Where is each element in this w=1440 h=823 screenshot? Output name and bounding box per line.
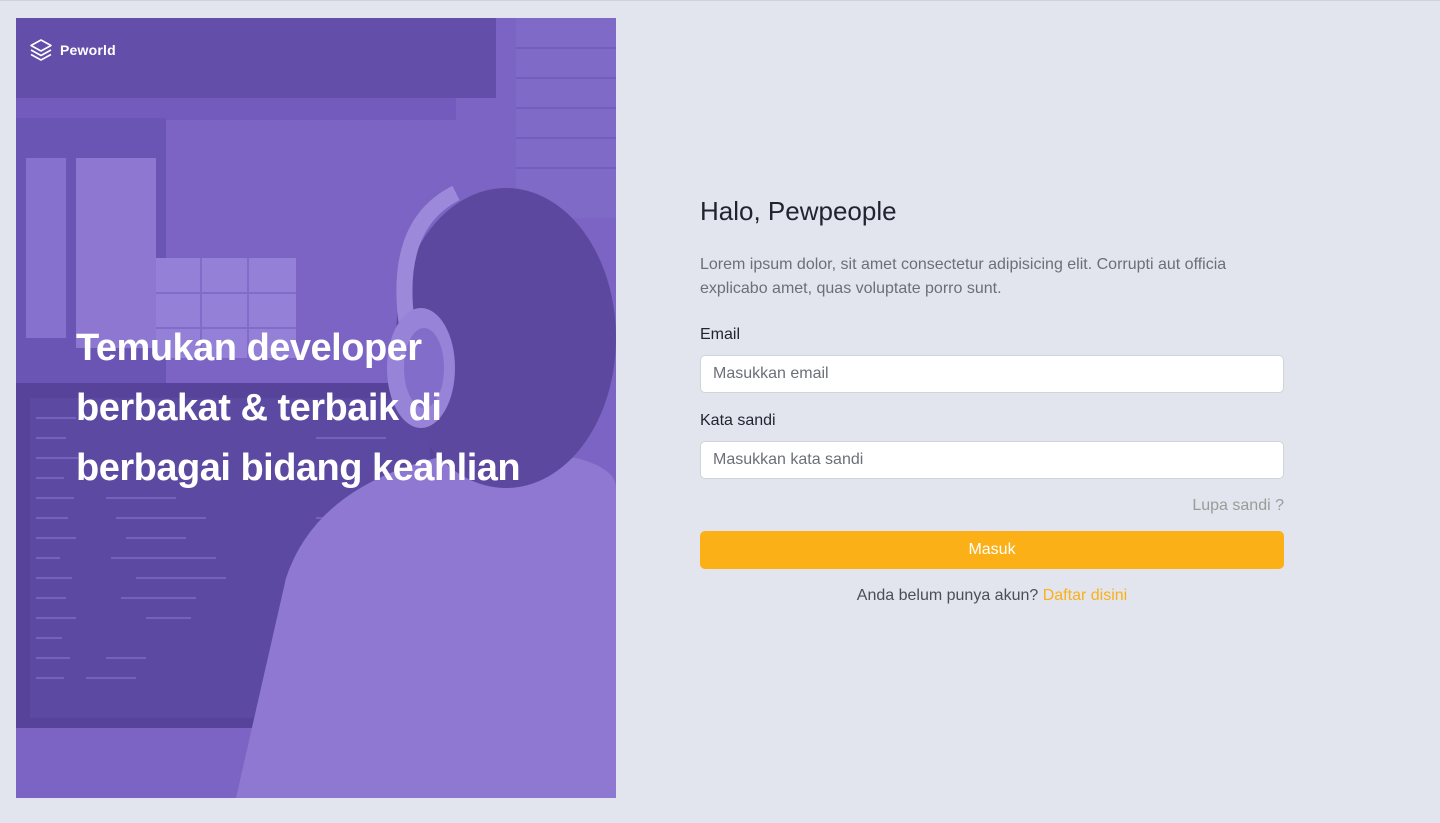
brand-name: Peworld: [60, 42, 116, 58]
form-title: Halo, Pewpeople: [700, 196, 897, 226]
hero-heading-line: berbakat & terbaik di: [76, 387, 442, 429]
login-button[interactable]: Masuk: [700, 531, 1284, 569]
email-label: Email: [700, 326, 741, 343]
register-prompt: Anda belum punya akun?: [856, 587, 1039, 604]
brand-logo[interactable]: Peworld: [29, 38, 116, 62]
password-label: Kata sandi: [700, 412, 776, 429]
hero-heading-line: berbagai bidang keahlian: [76, 447, 521, 489]
forgot-row: Lupa sandi ?: [700, 497, 1284, 515]
forgot-password-link[interactable]: Lupa sandi ?: [1192, 497, 1284, 514]
layers-icon: [30, 39, 52, 61]
login-form: Halo, Pewpeople Lorem ipsum dolor, sit a…: [700, 191, 1284, 605]
form-description: Lorem ipsum dolor, sit amet consectetur …: [700, 256, 1227, 297]
email-input[interactable]: [700, 355, 1284, 393]
register-row: Anda belum punya akun? Daftar disini: [700, 587, 1284, 605]
password-input[interactable]: [700, 441, 1284, 479]
register-link[interactable]: Daftar disini: [1043, 587, 1127, 604]
hero-heading: Temukan developer berbakat & terbaik di …: [76, 318, 546, 498]
hero-panel: Peworld Temukan developer berbakat & ter…: [16, 18, 616, 798]
hero-heading-line: Temukan developer: [76, 327, 422, 369]
